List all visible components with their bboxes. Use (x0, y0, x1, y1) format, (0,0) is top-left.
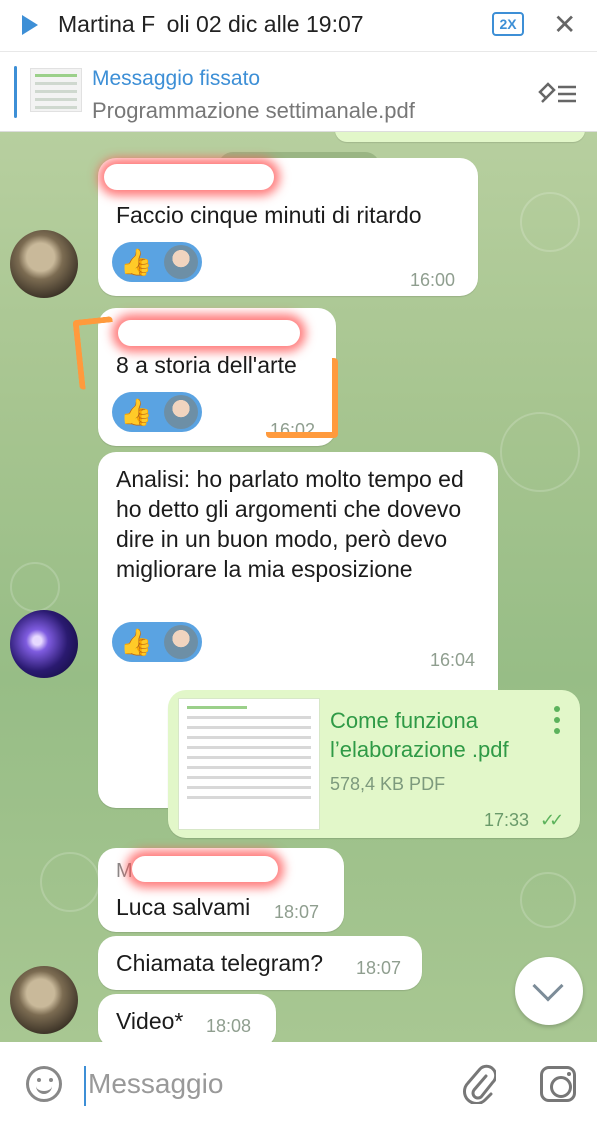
reaction-chip[interactable]: 👍 (112, 392, 202, 432)
message-bubble-partial[interactable] (335, 132, 585, 142)
background-doodle (520, 872, 576, 928)
attach-icon[interactable] (462, 1064, 496, 1104)
redacted-sender-name (132, 856, 278, 882)
speed-button[interactable]: 2X (492, 12, 524, 36)
file-meta: 578,4 KB PDF (330, 774, 446, 794)
file-menu-icon[interactable] (554, 706, 560, 739)
message-bubble[interactable]: Video* 18:08 (98, 994, 276, 1042)
message-time: 18:07 (356, 958, 402, 978)
message-time: 18:07 (274, 902, 320, 922)
message-composer (0, 1042, 597, 1124)
pinned-thumbnail (30, 68, 82, 112)
redacted-sender-name (104, 164, 274, 190)
sender-avatar[interactable] (10, 230, 78, 298)
thumbs-up-icon: 👍 (120, 627, 153, 657)
chat-area[interactable]: vembre Faccio cinque minuti di ritardo 👍… (0, 132, 597, 1042)
audio-player-bar: Martina F oli 02 dic alle 19:07 2X ✕ (0, 0, 597, 52)
sender-avatar[interactable] (10, 966, 78, 1034)
sender-avatar[interactable] (10, 610, 78, 678)
message-time: 16:00 (410, 270, 456, 290)
read-status-icon: ✓✓ (540, 810, 564, 830)
pinned-indicator (14, 66, 17, 118)
message-bubble[interactable]: Faccio cinque minuti di ritardo 👍 16:00 (98, 158, 478, 296)
orange-scribble (72, 316, 120, 390)
background-doodle (10, 562, 60, 612)
file-name[interactable]: Come funziona l’elaborazione .pdf (330, 706, 540, 764)
emoji-icon[interactable] (26, 1066, 62, 1102)
background-doodle (520, 192, 580, 252)
orange-scribble (266, 358, 338, 438)
player-title[interactable]: Martina F oli 02 dic alle 19:07 (58, 11, 364, 38)
message-text: Luca salvami (116, 894, 251, 920)
message-bubble[interactable]: Chiamata telegram? 18:07 (98, 936, 422, 990)
message-bubble[interactable]: M Luca salvami 18:07 (98, 848, 344, 932)
file-message-bubble[interactable]: Come funziona l’elaborazione .pdf 578,4 … (168, 690, 580, 838)
reaction-chip[interactable]: 👍 (112, 622, 202, 662)
reactor-avatar (164, 395, 198, 429)
file-thumbnail[interactable] (178, 698, 320, 830)
background-doodle (500, 412, 580, 492)
message-text: Chiamata telegram? (116, 950, 324, 976)
scroll-down-button[interactable] (515, 957, 583, 1025)
message-text: Video* (116, 1008, 184, 1034)
sender-initial: M (116, 860, 133, 882)
message-time: 16:04 (430, 650, 476, 670)
reactor-avatar (164, 625, 198, 659)
message-time: 18:08 (206, 1016, 252, 1036)
close-icon[interactable]: ✕ (553, 8, 576, 41)
thumbs-up-icon: 👍 (120, 247, 153, 277)
reactor-avatar (164, 245, 198, 279)
background-doodle (40, 852, 100, 912)
reaction-chip[interactable]: 👍 (112, 242, 202, 282)
redacted-sender-name (118, 320, 300, 346)
chevron-down-icon (532, 970, 564, 1002)
message-input[interactable] (88, 1064, 428, 1104)
camera-icon[interactable] (540, 1066, 576, 1102)
pinned-title: Messaggio fissato (92, 67, 261, 90)
pinned-message-bar[interactable]: Messaggio fissato Programmazione settima… (0, 52, 597, 132)
pinned-subtitle: Programmazione settimanale.pdf (92, 98, 415, 123)
message-text: Analisi: ho parlato molto tempo ed ho de… (116, 466, 464, 582)
unpin-list-icon[interactable] (536, 78, 578, 108)
thumbs-up-icon: 👍 (120, 397, 153, 427)
play-icon[interactable] (22, 15, 38, 35)
message-time: 17:33 (484, 810, 530, 830)
text-cursor (84, 1066, 86, 1106)
message-text: Faccio cinque minuti di ritardo (116, 202, 422, 228)
